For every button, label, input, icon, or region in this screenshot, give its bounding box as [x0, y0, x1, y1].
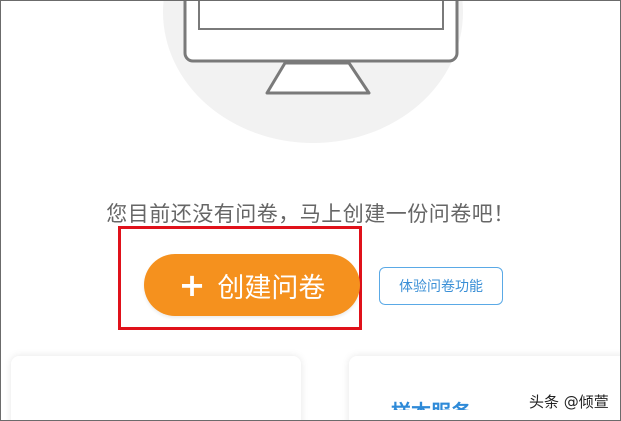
try-features-button[interactable]: 体验问卷功能 [379, 267, 503, 305]
empty-state-message: 您目前还没有问卷，马上创建一份问卷吧！ [106, 202, 515, 226]
create-survey-button[interactable]: + 创建问卷 [144, 254, 360, 316]
monitor-icon [183, 1, 459, 95]
watermark: 头条 @倾萱 [529, 393, 609, 411]
feature-card-left[interactable] [11, 356, 301, 420]
create-survey-label: 创建问卷 [217, 272, 326, 304]
feature-card-title: 样本服务 [391, 396, 471, 410]
plus-icon: + [178, 266, 206, 304]
page-frame: 您目前还没有问卷，马上创建一份问卷吧！ + 创建问卷 体验问卷功能 样本服务 头… [0, 0, 621, 421]
